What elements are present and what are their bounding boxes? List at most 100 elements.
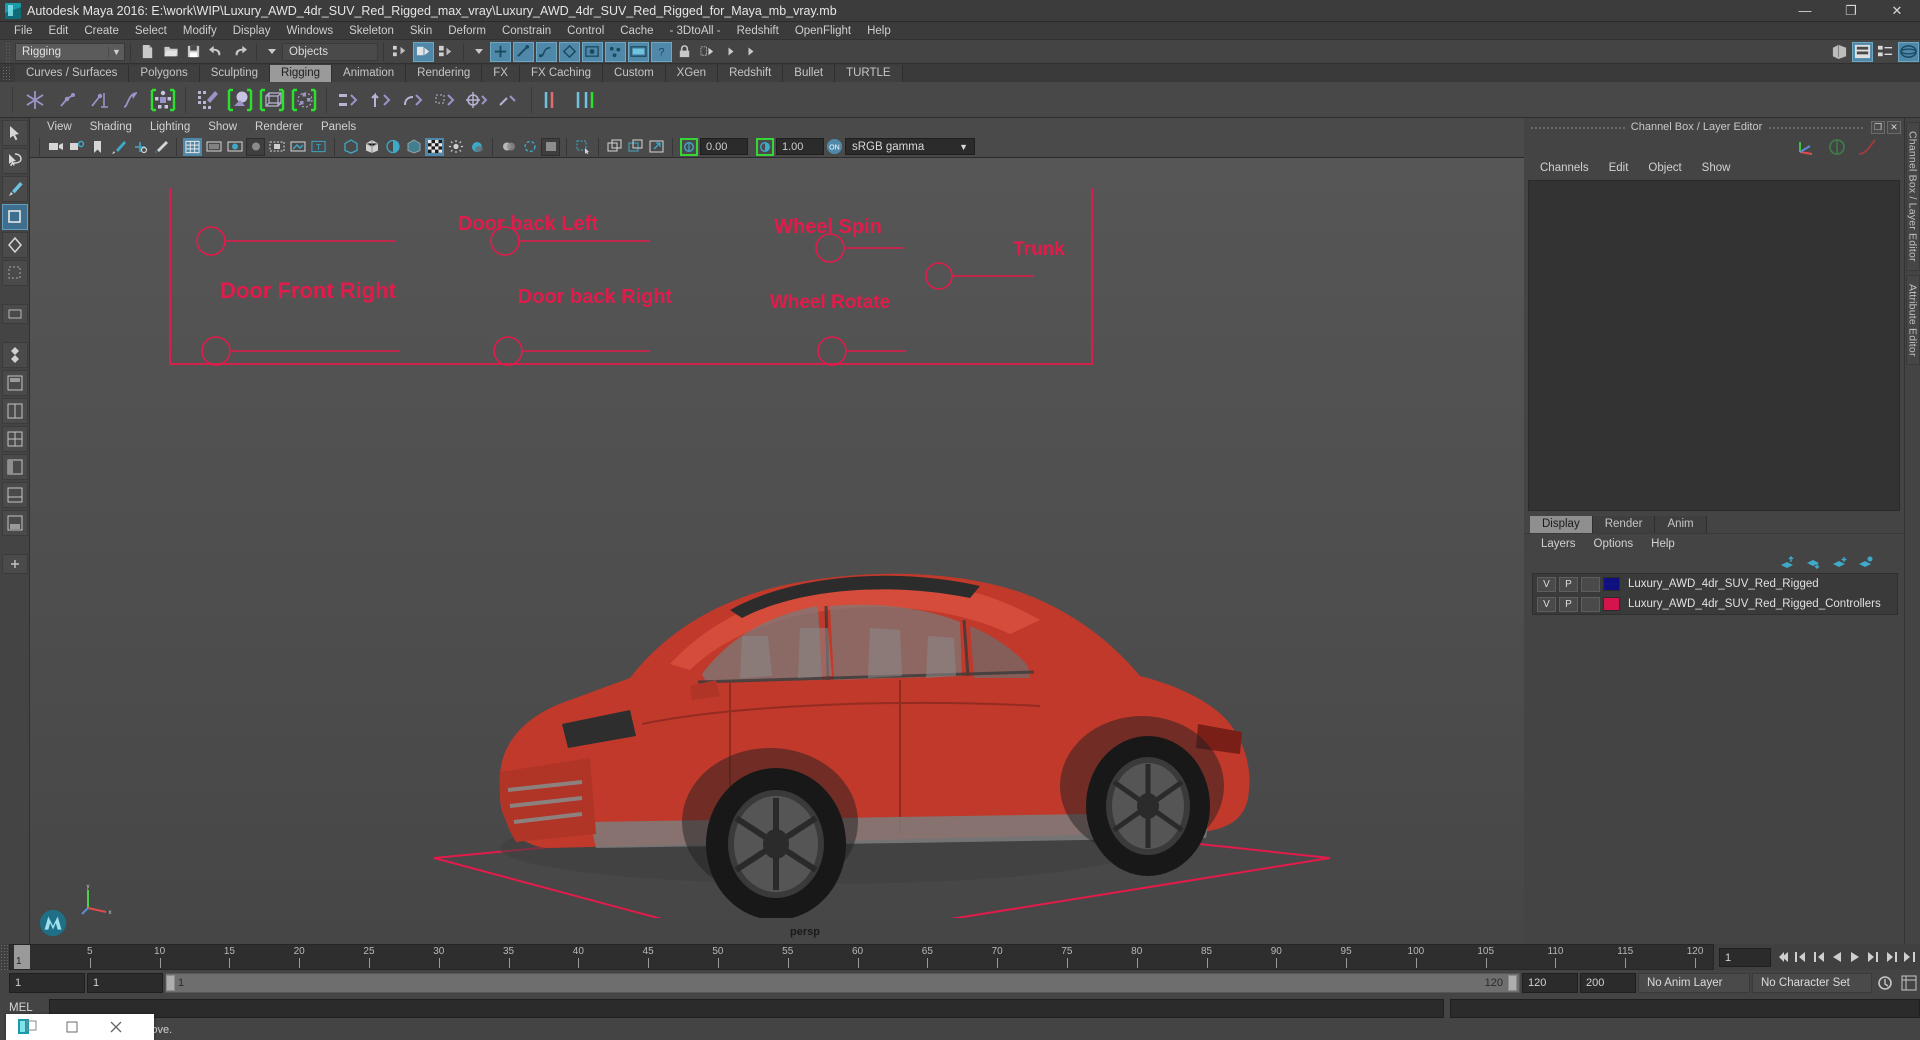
menu-create[interactable]: Create xyxy=(76,22,127,40)
text-icon[interactable]: T xyxy=(309,138,328,156)
grid-toggle-icon[interactable] xyxy=(183,137,202,156)
select-component-icon[interactable] xyxy=(436,42,457,62)
light-toggle-icon[interactable] xyxy=(446,138,465,156)
new-scene-icon[interactable] xyxy=(137,42,158,62)
maximize-icon[interactable] xyxy=(50,1014,94,1040)
menu-modify[interactable]: Modify xyxy=(175,22,225,40)
layout-persp-outliner-icon[interactable] xyxy=(1,454,28,480)
universal-manip-icon[interactable] xyxy=(1,342,28,368)
layout-persp-graph-icon[interactable] xyxy=(1,482,28,508)
panel-menu-panels[interactable]: Panels xyxy=(312,118,365,136)
snap-plane-icon[interactable] xyxy=(697,42,718,62)
film-origin-icon[interactable] xyxy=(267,138,286,156)
viewport-3d-canvas[interactable]: Door back Left Wheel Spin Trunk Door Fro… xyxy=(30,158,1524,944)
time-slider[interactable]: 1 5 10 15 20 25 30 35 40 45 50 55 60 65 70 75 80 85 90 95 1… xyxy=(9,944,1714,970)
maya-app-icon[interactable] xyxy=(6,1014,50,1040)
shade-toggle-icon[interactable] xyxy=(383,138,402,156)
taskbar-thumbnail-popup[interactable] xyxy=(6,1014,154,1040)
range-end-time-field[interactable]: 120 xyxy=(1522,973,1578,993)
vtab-attribute-editor[interactable]: Attribute Editor xyxy=(1905,274,1920,366)
menu-3dtoall[interactable]: - 3DtoAll - xyxy=(662,22,729,40)
xray-active-comp-icon[interactable] xyxy=(541,137,560,156)
hypershade-icon[interactable] xyxy=(1875,42,1896,62)
viewport-render-icon[interactable] xyxy=(605,138,624,156)
layout-single-icon[interactable] xyxy=(1,370,28,396)
anim-start-time-field[interactable]: 1 xyxy=(9,973,85,993)
texture-toggle-icon[interactable] xyxy=(425,137,444,156)
step-forward-frame-icon[interactable] xyxy=(1864,946,1882,968)
close-panel-button[interactable]: ✕ xyxy=(1887,120,1901,134)
minimize-button[interactable]: — xyxy=(1782,0,1828,22)
panel-menu-show[interactable]: Show xyxy=(199,118,246,136)
le-menu-layers[interactable]: Layers xyxy=(1532,538,1585,550)
channel-box-content[interactable] xyxy=(1528,180,1900,511)
menu-openflight[interactable]: OpenFlight xyxy=(787,22,859,40)
range-handle-right[interactable] xyxy=(1508,975,1517,991)
move-layer-down-icon[interactable] xyxy=(1806,556,1822,570)
camera-attributes-icon[interactable] xyxy=(67,138,86,156)
mask-dynamics-icon[interactable] xyxy=(605,41,626,62)
cb-menu-edit[interactable]: Edit xyxy=(1599,162,1639,174)
smooth-bind-icon[interactable] xyxy=(225,85,255,115)
cluster-icon[interactable] xyxy=(289,85,319,115)
anim-end-time-field[interactable]: 200 xyxy=(1580,973,1636,993)
maximize-button[interactable]: ❐ xyxy=(1828,0,1874,22)
layer-type-toggle[interactable] xyxy=(1581,576,1600,592)
command-input[interactable] xyxy=(49,998,1444,1018)
le-menu-options[interactable]: Options xyxy=(1585,538,1643,550)
layout-two-pane-icon[interactable] xyxy=(1,398,28,424)
lattice-icon[interactable] xyxy=(257,85,287,115)
save-scene-icon[interactable] xyxy=(183,42,204,62)
menu-skeleton[interactable]: Skeleton xyxy=(341,22,402,40)
menu-constrain[interactable]: Constrain xyxy=(494,22,559,40)
wireframe-icon[interactable] xyxy=(341,138,360,156)
layout-hypershade-icon[interactable] xyxy=(1,510,28,536)
go-to-end-icon[interactable] xyxy=(1900,946,1918,968)
step-back-frame-icon[interactable] xyxy=(1810,946,1828,968)
menu-deform[interactable]: Deform xyxy=(440,22,494,40)
image-plane-icon[interactable] xyxy=(109,138,128,156)
color-management-combo[interactable]: sRGB gamma ▼ xyxy=(845,138,975,155)
ik-handle-icon[interactable] xyxy=(52,85,82,115)
shelf-tab-bullet[interactable]: Bullet xyxy=(783,65,836,82)
range-slider-bar[interactable]: 1 120 xyxy=(165,973,1520,993)
exposure-toggle-box[interactable] xyxy=(680,137,698,156)
xray-icon[interactable] xyxy=(499,138,518,156)
shelf-tab-xgen[interactable]: XGen xyxy=(665,65,719,82)
layer-tab-anim[interactable]: Anim xyxy=(1655,516,1707,533)
mask-chevron-icon[interactable] xyxy=(475,49,483,54)
panel-menu-lighting[interactable]: Lighting xyxy=(141,118,199,136)
move-tool-icon[interactable] xyxy=(1,204,28,230)
joint-tool-icon[interactable] xyxy=(20,85,50,115)
menuset-selector[interactable]: Rigging ▼ xyxy=(15,42,125,61)
menu-control[interactable]: Control xyxy=(559,22,612,40)
layer-playback-toggle[interactable]: P xyxy=(1559,576,1578,592)
last-tool-icon[interactable] xyxy=(1,304,28,324)
layer-name[interactable]: Luxury_AWD_4dr_SUV_Red_Rigged_Controller… xyxy=(1628,598,1881,610)
step-back-key-icon[interactable] xyxy=(1792,946,1810,968)
layer-playback-toggle[interactable]: P xyxy=(1559,596,1578,612)
mask-handles-icon[interactable] xyxy=(513,41,534,62)
gamma-toggle-box[interactable] xyxy=(756,137,774,156)
bookmark-icon[interactable] xyxy=(1,554,28,574)
layer-tab-render[interactable]: Render xyxy=(1592,516,1656,533)
shadows-icon[interactable] xyxy=(467,138,486,156)
exposure-icon[interactable] xyxy=(288,138,307,156)
layer-tab-display[interactable]: Display xyxy=(1530,516,1593,533)
move-layer-up-icon[interactable] xyxy=(1780,556,1796,570)
wireframe-on-shaded-icon[interactable] xyxy=(404,138,423,156)
auto-keyframe-icon[interactable] xyxy=(1874,975,1896,991)
open-scene-icon[interactable] xyxy=(160,42,181,62)
go-to-start-icon[interactable] xyxy=(1774,946,1792,968)
panel-menu-shading[interactable]: Shading xyxy=(81,118,141,136)
shelf-tab-polygons[interactable]: Polygons xyxy=(129,65,200,82)
menu-windows[interactable]: Windows xyxy=(278,22,341,40)
selection-mask-combo[interactable]: Objects xyxy=(282,42,378,61)
toolbar-overflow2-icon[interactable] xyxy=(748,47,754,56)
paint-skin-weights-icon[interactable] xyxy=(193,85,223,115)
film-gate-icon[interactable] xyxy=(204,138,223,156)
shelf-tab-redshift[interactable]: Redshift xyxy=(718,65,784,82)
quick-rig-icon[interactable] xyxy=(148,85,178,115)
select-tool-icon[interactable] xyxy=(1,120,28,146)
point-constraint-icon[interactable] xyxy=(366,85,396,115)
